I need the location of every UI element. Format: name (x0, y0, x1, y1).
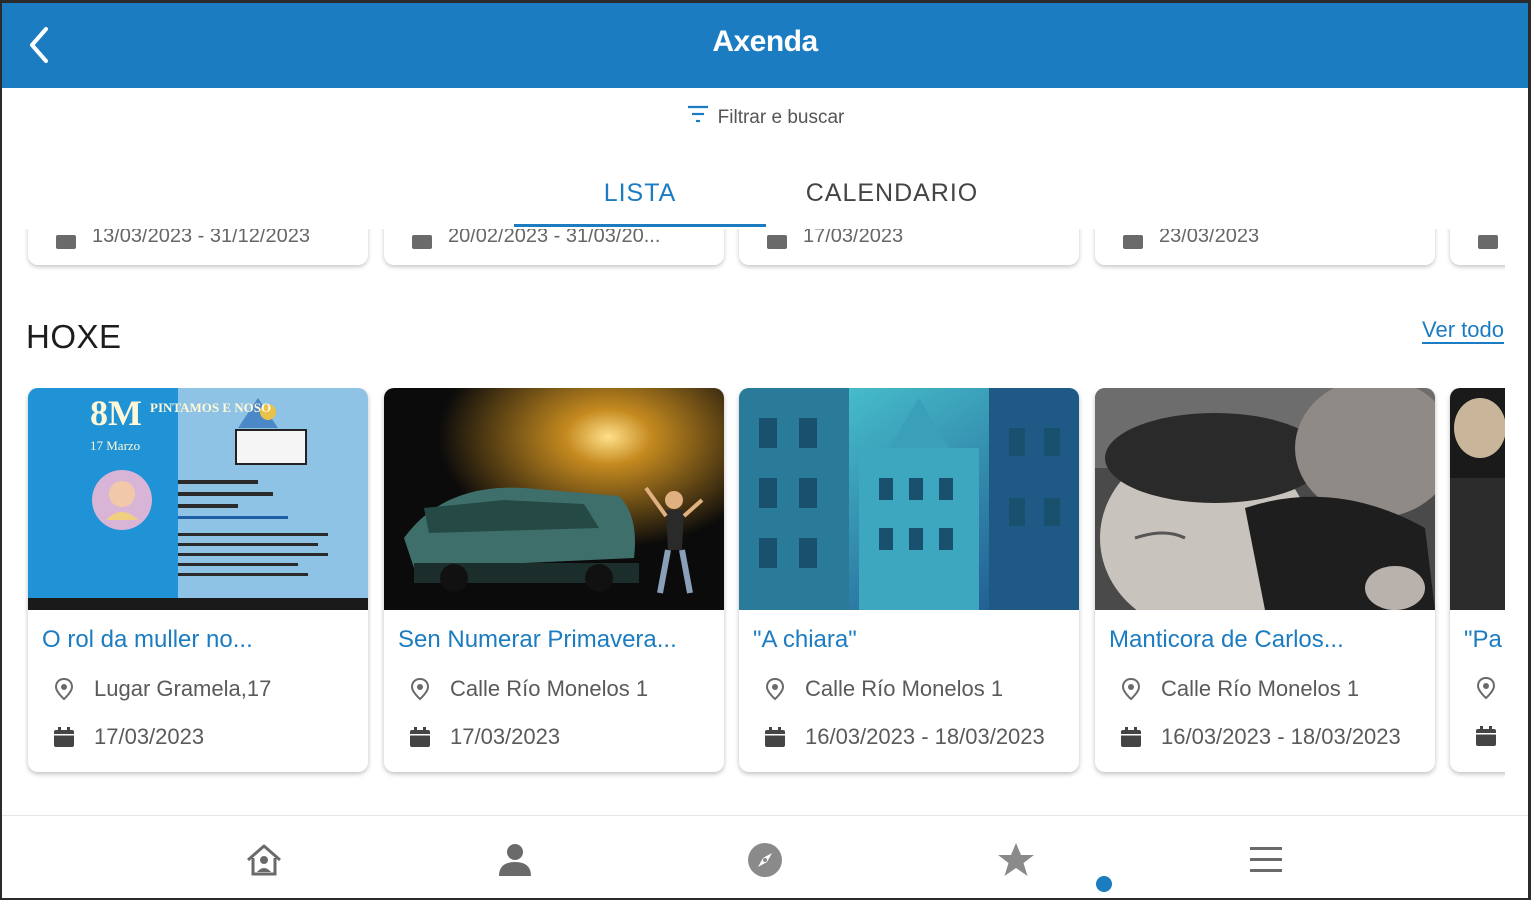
calendar-icon (1478, 235, 1498, 249)
calendar-icon (408, 725, 432, 749)
see-all-link[interactable]: Ver todo (1422, 317, 1504, 343)
event-location: Lugar Gramela,17 (94, 676, 272, 701)
event-image (384, 388, 724, 610)
event-card-partial[interactable]: 20/02/2023 - 31/03/20... (384, 229, 724, 265)
poster-big-text: 8M (90, 393, 142, 433)
app-screen: Axenda Filtrar e buscar LISTA CALENDARIO… (2, 3, 1528, 898)
app-bar: Axenda (2, 3, 1528, 88)
event-location: Calle Río Monelos 1 (1161, 676, 1360, 701)
location-pin-icon (408, 677, 432, 701)
event-card-partial[interactable] (1450, 229, 1505, 265)
section-title: HOXE (26, 318, 122, 355)
event-card[interactable]: "Pa (1450, 388, 1505, 772)
event-date: 17/03/2023 (803, 229, 904, 247)
tab-lista[interactable]: LISTA (514, 173, 766, 227)
event-image (739, 388, 1079, 610)
event-date: 17/03/2023 (94, 724, 205, 749)
nav-profile[interactable] (493, 838, 537, 882)
calendar-icon (52, 725, 76, 749)
tab-calendario[interactable]: CALENDARIO (766, 173, 1018, 227)
filter-search-button[interactable]: Filtrar e buscar (2, 105, 1528, 129)
previous-event-row: 13/03/2023 - 31/12/2023 20/02/2023 - 31/… (2, 229, 1505, 271)
calendar-icon (763, 725, 787, 749)
calendar-icon (1474, 724, 1498, 748)
nav-menu[interactable] (1244, 838, 1288, 882)
menu-icon (1250, 847, 1282, 872)
event-image: 8M PINTAMOS E NOSO 17 Marzo (28, 388, 368, 610)
filter-icon (687, 105, 708, 123)
calendar-icon (412, 235, 432, 249)
event-date: 16/03/2023 - 18/03/2023 (805, 724, 1045, 749)
event-date-row: 16/03/2023 - 18/03/2023 (763, 724, 1045, 750)
event-card[interactable]: Manticora de Carlos... Calle Río Monelos… (1095, 388, 1435, 772)
location-pin-icon (52, 677, 76, 701)
poster-date-text: 17 Marzo (90, 438, 140, 453)
event-title[interactable]: Sen Numerar Primavera... (398, 626, 716, 654)
nav-explore[interactable] (743, 838, 787, 882)
location-pin-icon (763, 677, 787, 701)
event-date: 20/02/2023 - 31/03/20... (448, 229, 661, 247)
event-location-row: Calle Río Monelos 1 (408, 676, 648, 702)
person-icon (499, 844, 531, 876)
event-card[interactable]: "A chiara" Calle Río Monelos 1 16/03/202… (739, 388, 1079, 772)
event-location-row: Calle Río Monelos 1 (763, 676, 1003, 702)
event-title[interactable]: "Pa (1464, 626, 1505, 654)
event-date: 23/03/2023 (1159, 229, 1260, 247)
poster-small-text: PINTAMOS E NOSO (150, 400, 271, 415)
page-title: Axenda (712, 25, 818, 58)
event-title[interactable]: "A chiara" (753, 626, 1071, 654)
event-date-row: 17/03/2023 (408, 724, 560, 750)
event-date-row: 16/03/2023 - 18/03/2023 (1119, 724, 1401, 750)
event-card[interactable]: 8M PINTAMOS E NOSO 17 Marzo O rol da mul… (28, 388, 368, 772)
event-card-partial[interactable]: 17/03/2023 (739, 229, 1079, 265)
location-pin-icon (1474, 676, 1498, 700)
calendar-icon (767, 235, 787, 249)
notification-dot (1096, 876, 1112, 892)
event-location: Calle Río Monelos 1 (805, 676, 1004, 701)
event-title[interactable]: Manticora de Carlos... (1109, 626, 1427, 654)
event-date: 17/03/2023 (450, 724, 561, 749)
event-location-row: Lugar Gramela,17 (52, 676, 271, 702)
view-tabs: LISTA CALENDARIO (514, 173, 1018, 227)
event-date: 13/03/2023 - 31/12/2023 (92, 229, 310, 247)
event-card-partial[interactable]: 23/03/2023 (1095, 229, 1435, 265)
nav-home[interactable] (242, 838, 286, 882)
home-icon (247, 844, 281, 876)
event-card-partial[interactable]: 13/03/2023 - 31/12/2023 (28, 229, 368, 265)
event-image (1450, 388, 1505, 610)
calendar-icon (56, 235, 76, 249)
event-date-row: 17/03/2023 (52, 724, 204, 750)
calendar-icon (1123, 235, 1143, 249)
star-icon (998, 843, 1034, 876)
event-location-row: Calle Río Monelos 1 (1119, 676, 1359, 702)
event-location: Calle Río Monelos 1 (450, 676, 649, 701)
nav-favorites[interactable] (994, 838, 1038, 882)
event-title[interactable]: O rol da muller no... (42, 626, 360, 654)
calendar-icon (1119, 725, 1143, 749)
today-events-carousel[interactable]: 8M PINTAMOS E NOSO 17 Marzo O rol da mul… (2, 388, 1505, 780)
bottom-navigation (2, 815, 1528, 898)
event-image (1095, 388, 1435, 610)
event-date-row (1474, 724, 1498, 748)
event-location-row (1474, 676, 1498, 700)
event-date: 16/03/2023 - 18/03/2023 (1161, 724, 1401, 749)
compass-icon (748, 843, 782, 877)
filter-label: Filtrar e buscar (717, 107, 845, 128)
location-pin-icon (1119, 677, 1143, 701)
event-card[interactable]: Sen Numerar Primavera... Calle Río Monel… (384, 388, 724, 772)
